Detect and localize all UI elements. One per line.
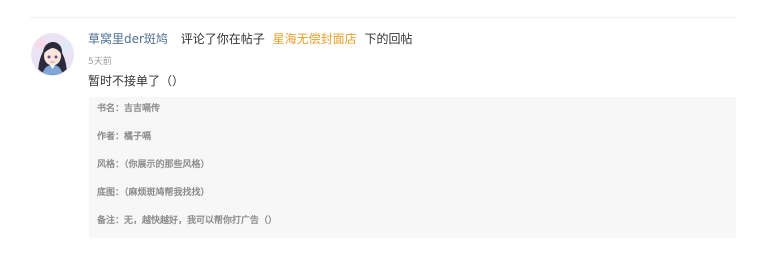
post-title-link[interactable]: 星海无偿封面店	[273, 32, 357, 46]
quote-line-author: 作者：橘子嗝	[97, 132, 152, 142]
avatar-illustration-icon	[32, 34, 73, 75]
quote-line-remarks: 备注：无，越快越好，我可以帮你打广告（）	[97, 216, 278, 226]
suffix-text: 下的回帖	[364, 32, 413, 46]
comment-text: 暂时不接单了（）	[88, 74, 185, 88]
quote-line-book-title: 书名：吉吉嗝传	[97, 104, 161, 114]
quote-line-base-image: 底图：（麻烦斑鸠帮我找找）	[97, 188, 210, 198]
top-divider	[30, 17, 736, 18]
notification-headline: 草窝里der斑鸠 评论了你在帖子 星海无偿封面店 下的回帖	[88, 31, 412, 47]
avatar[interactable]	[31, 33, 74, 76]
username-link[interactable]: 草窝里der斑鸠	[88, 32, 168, 46]
quote-line-style: 风格：（你展示的那些风格）	[97, 160, 210, 170]
action-text: 评论了你在帖子	[180, 32, 265, 46]
quoted-reply[interactable]: 书名：吉吉嗝传 作者：橘子嗝 风格：（你展示的那些风格） 底图：（麻烦斑鸠帮我找…	[89, 97, 736, 238]
comment-notification: 草窝里der斑鸠 评论了你在帖子 星海无偿封面店 下的回帖 5天前 暂时不接单了…	[0, 0, 757, 259]
timestamp: 5天前	[88, 57, 112, 67]
